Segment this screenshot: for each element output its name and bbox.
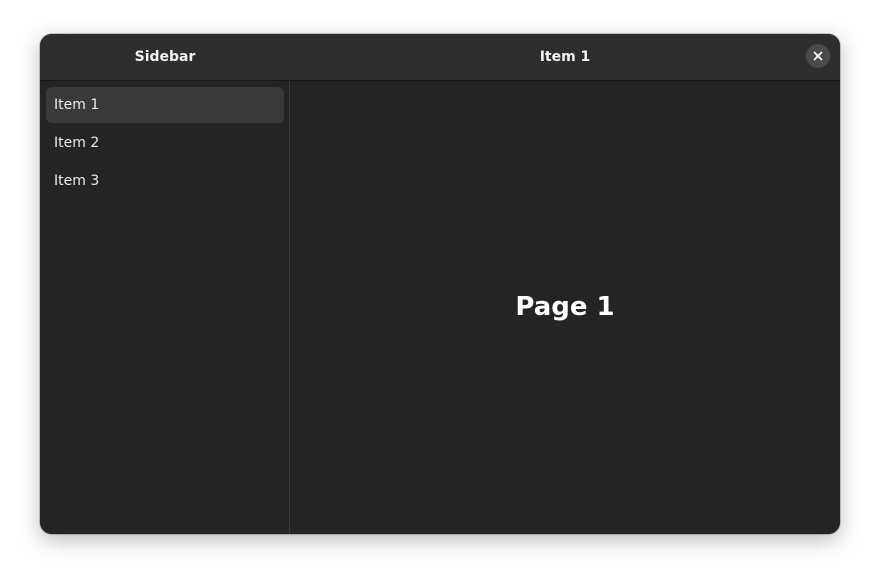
sidebar-item-label: Item 1 bbox=[54, 97, 100, 113]
sidebar-list: Item 1 Item 2 Item 3 bbox=[46, 87, 284, 201]
sidebar-title: Sidebar bbox=[134, 49, 196, 65]
sidebar-item-2[interactable]: Item 2 bbox=[46, 125, 284, 161]
sidebar-header: Sidebar bbox=[40, 34, 290, 80]
sidebar-item-label: Item 3 bbox=[54, 173, 100, 189]
content-pane: Item 1 Page 1 bbox=[290, 34, 840, 534]
page-title: Page 1 bbox=[515, 292, 615, 322]
sidebar-item-label: Item 2 bbox=[54, 135, 100, 151]
close-button[interactable] bbox=[806, 44, 830, 68]
sidebar: Sidebar Item 1 Item 2 Item 3 bbox=[40, 34, 290, 534]
close-icon bbox=[813, 51, 823, 61]
sidebar-item-3[interactable]: Item 3 bbox=[46, 163, 284, 199]
content-title: Item 1 bbox=[539, 49, 591, 65]
app-window: Sidebar Item 1 Item 2 Item 3 Item 1 Page… bbox=[40, 34, 840, 534]
sidebar-item-1[interactable]: Item 1 bbox=[46, 87, 284, 123]
content-header: Item 1 bbox=[290, 34, 840, 80]
